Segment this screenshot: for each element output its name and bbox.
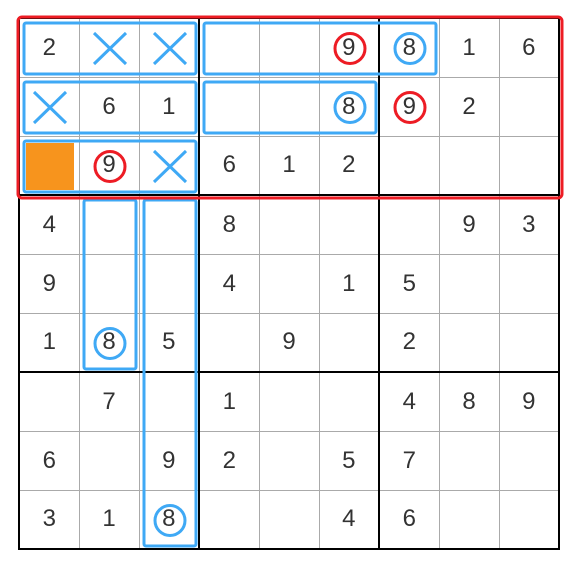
cell-r0-c4[interactable] — [259, 18, 319, 77]
cell-r7-c6[interactable]: 7 — [379, 431, 439, 490]
cell-r3-c8[interactable]: 3 — [499, 195, 559, 254]
cell-r2-c0[interactable] — [19, 136, 79, 195]
cell-r4-c7[interactable] — [439, 254, 499, 313]
cell-r2-c7[interactable] — [439, 136, 499, 195]
cell-r1-c7[interactable]: 2 — [439, 77, 499, 136]
cell-r8-c8[interactable] — [499, 490, 559, 549]
cell-r1-c4[interactable] — [259, 77, 319, 136]
sudoku-board: 2981661892961248939415185927148969257318… — [10, 10, 567, 558]
cell-r4-c0[interactable]: 9 — [19, 254, 79, 313]
cell-r8-c0[interactable]: 3 — [19, 490, 79, 549]
cell-r7-c7[interactable] — [439, 431, 499, 490]
cell-r8-c6[interactable]: 6 — [379, 490, 439, 549]
cell-r6-c2[interactable] — [139, 372, 199, 431]
cell-r8-c4[interactable] — [259, 490, 319, 549]
cell-r5-c2[interactable]: 5 — [139, 313, 199, 372]
cell-r5-c6[interactable]: 2 — [379, 313, 439, 372]
cell-r0-c6[interactable]: 8 — [379, 18, 439, 77]
cell-r6-c5[interactable] — [319, 372, 379, 431]
sudoku-grid: 2981661892961248939415185927148969257318… — [18, 17, 560, 550]
cell-r0-c0[interactable]: 2 — [19, 18, 79, 77]
cell-r6-c7[interactable]: 8 — [439, 372, 499, 431]
cell-r7-c8[interactable] — [499, 431, 559, 490]
cell-r1-c5[interactable]: 8 — [319, 77, 379, 136]
cell-r5-c0[interactable]: 1 — [19, 313, 79, 372]
cell-r2-c3[interactable]: 6 — [199, 136, 259, 195]
cell-r2-c5[interactable]: 2 — [319, 136, 379, 195]
cell-r3-c6[interactable] — [379, 195, 439, 254]
cell-r1-c1[interactable]: 6 — [79, 77, 139, 136]
cell-r8-c2[interactable]: 8 — [139, 490, 199, 549]
cell-r1-c3[interactable] — [199, 77, 259, 136]
cell-r1-c8[interactable] — [499, 77, 559, 136]
cell-r0-c8[interactable]: 6 — [499, 18, 559, 77]
cell-r7-c4[interactable] — [259, 431, 319, 490]
cell-r8-c7[interactable] — [439, 490, 499, 549]
cell-r5-c5[interactable] — [319, 313, 379, 372]
cell-r0-c5[interactable]: 9 — [319, 18, 379, 77]
cell-r6-c4[interactable] — [259, 372, 319, 431]
cell-r2-c8[interactable] — [499, 136, 559, 195]
cell-r4-c1[interactable] — [79, 254, 139, 313]
cell-r3-c2[interactable] — [139, 195, 199, 254]
cell-r7-c2[interactable]: 9 — [139, 431, 199, 490]
cell-r1-c6[interactable]: 9 — [379, 77, 439, 136]
cell-r2-c4[interactable]: 1 — [259, 136, 319, 195]
cell-r4-c8[interactable] — [499, 254, 559, 313]
cell-r0-c2[interactable] — [139, 18, 199, 77]
cell-r6-c3[interactable]: 1 — [199, 372, 259, 431]
cell-r3-c4[interactable] — [259, 195, 319, 254]
cell-r6-c0[interactable] — [19, 372, 79, 431]
cell-r4-c2[interactable] — [139, 254, 199, 313]
cell-r6-c6[interactable]: 4 — [379, 372, 439, 431]
cell-r4-c5[interactable]: 1 — [319, 254, 379, 313]
cell-r7-c3[interactable]: 2 — [199, 431, 259, 490]
cell-r7-c0[interactable]: 6 — [19, 431, 79, 490]
cell-r4-c3[interactable]: 4 — [199, 254, 259, 313]
cell-r0-c1[interactable] — [79, 18, 139, 77]
cell-r8-c1[interactable]: 1 — [79, 490, 139, 549]
cell-r1-c2[interactable]: 1 — [139, 77, 199, 136]
cell-r1-c0[interactable] — [19, 77, 79, 136]
cell-r3-c3[interactable]: 8 — [199, 195, 259, 254]
cell-r2-c6[interactable] — [379, 136, 439, 195]
cell-r3-c5[interactable] — [319, 195, 379, 254]
cell-r5-c8[interactable] — [499, 313, 559, 372]
cell-r4-c4[interactable] — [259, 254, 319, 313]
cell-r2-c2[interactable] — [139, 136, 199, 195]
cell-r3-c0[interactable]: 4 — [19, 195, 79, 254]
cell-r4-c6[interactable]: 5 — [379, 254, 439, 313]
cell-r7-c5[interactable]: 5 — [319, 431, 379, 490]
cell-r5-c4[interactable]: 9 — [259, 313, 319, 372]
cell-r2-c1[interactable]: 9 — [79, 136, 139, 195]
cell-r0-c3[interactable] — [199, 18, 259, 77]
cell-r3-c1[interactable] — [79, 195, 139, 254]
cell-r8-c5[interactable]: 4 — [319, 490, 379, 549]
cell-r6-c8[interactable]: 9 — [499, 372, 559, 431]
cell-r5-c1[interactable]: 8 — [79, 313, 139, 372]
cell-r5-c7[interactable] — [439, 313, 499, 372]
cell-r5-c3[interactable] — [199, 313, 259, 372]
cell-r0-c7[interactable]: 1 — [439, 18, 499, 77]
cell-r3-c7[interactable]: 9 — [439, 195, 499, 254]
cell-r7-c1[interactable] — [79, 431, 139, 490]
cell-r8-c3[interactable] — [199, 490, 259, 549]
cell-r6-c1[interactable]: 7 — [79, 372, 139, 431]
